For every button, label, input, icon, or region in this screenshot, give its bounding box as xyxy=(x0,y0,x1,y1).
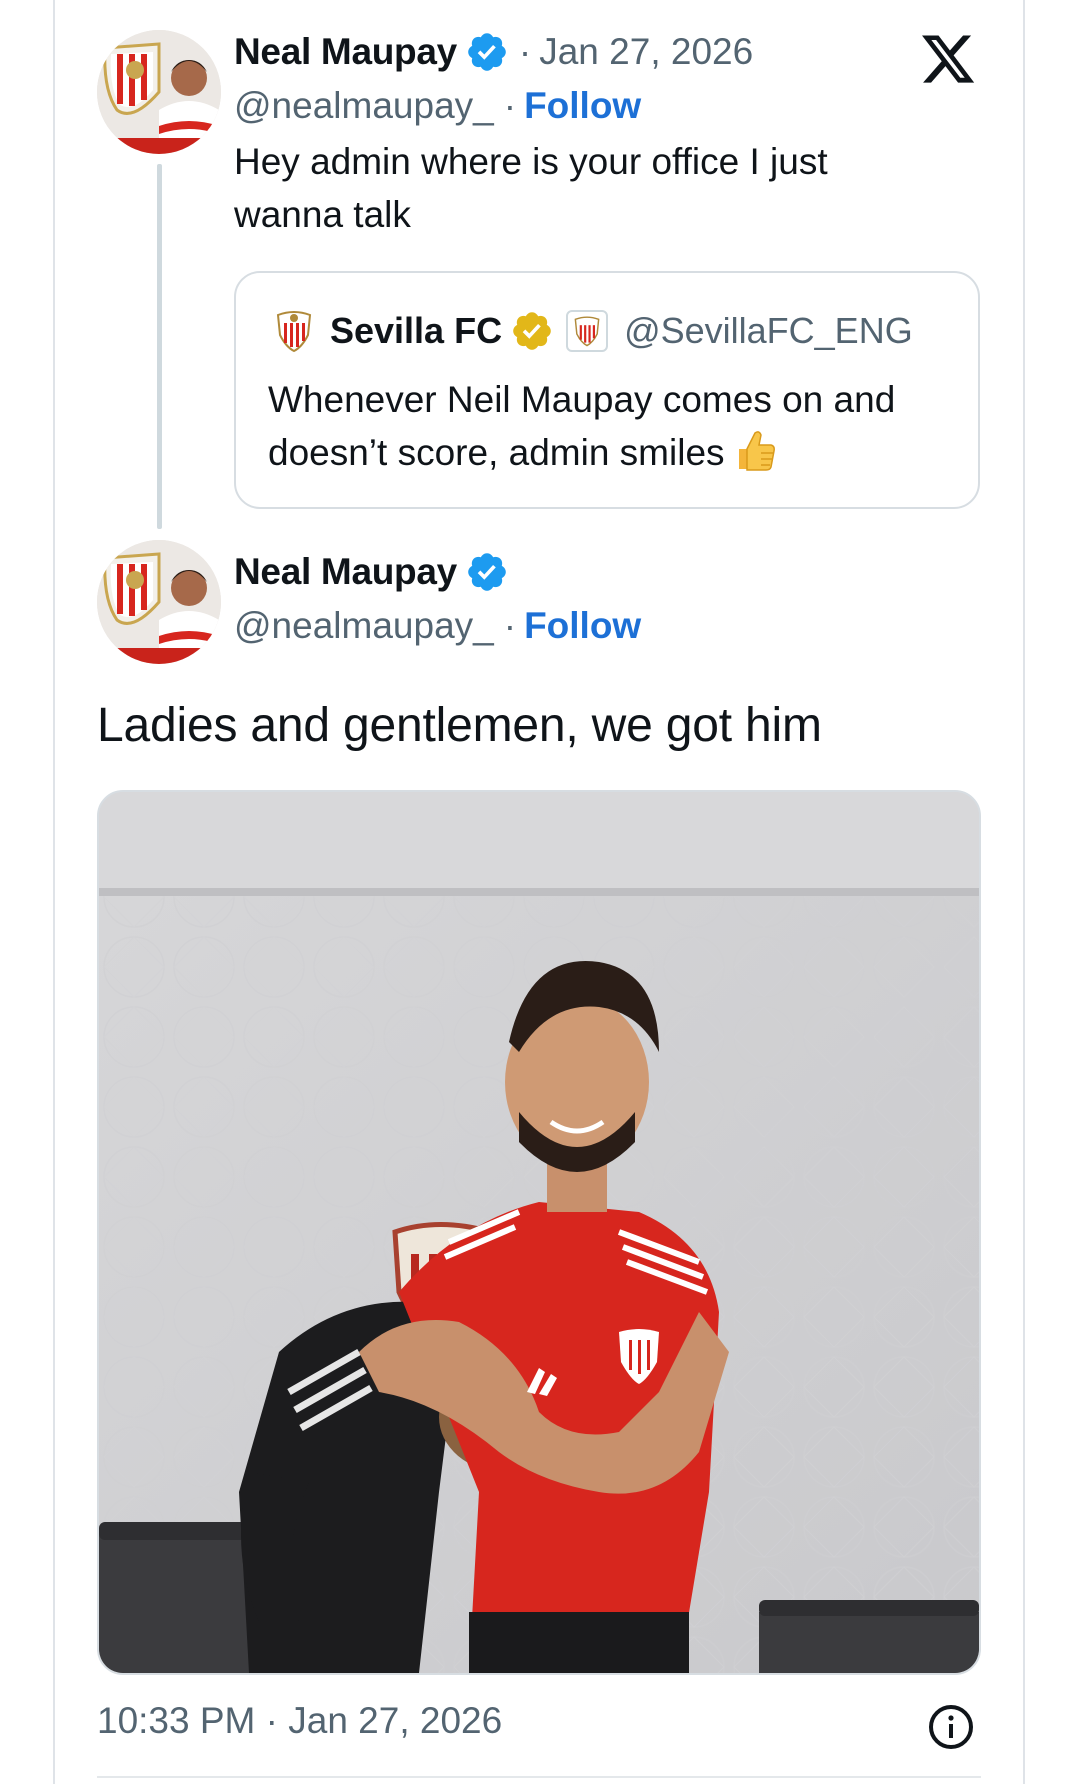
quoted-author-handle[interactable]: @SevillaFC_ENG xyxy=(624,310,913,352)
parent-tweet-header: Neal Maupay · Jan 27, 2026 xyxy=(234,30,753,74)
parent-handle-row: @nealmaupay_ · Follow xyxy=(234,85,641,127)
sevilla-crest-icon xyxy=(276,311,312,353)
main-tweet-header: Neal Maupay xyxy=(234,550,509,594)
avatar[interactable] xyxy=(97,540,221,664)
author-name[interactable]: Neal Maupay xyxy=(234,551,457,593)
author-handle[interactable]: @nealmaupay_ xyxy=(234,85,494,127)
main-tweet-text: Ladies and gentlemen, we got him xyxy=(97,699,822,752)
date-separator: · xyxy=(518,31,532,72)
quoted-tweet[interactable]: Sevilla FC @SevillaFC_ENG Whenever Neil … xyxy=(234,271,980,509)
follow-button[interactable]: Follow xyxy=(524,85,641,127)
thumbs-up-emoji xyxy=(738,431,775,471)
main-handle-row: @nealmaupay_ · Follow xyxy=(234,605,641,647)
follow-button[interactable]: Follow xyxy=(524,605,641,647)
quoted-tweet-header: Sevilla FC @SevillaFC_ENG xyxy=(274,309,913,353)
separator-dot: · xyxy=(503,605,517,646)
x-logo-icon[interactable] xyxy=(918,30,978,88)
footer-divider xyxy=(97,1776,981,1778)
verified-badge-icon xyxy=(513,312,551,350)
quoted-tweet-text-content: Whenever Neil Maupay comes on and doesn’… xyxy=(268,379,896,473)
thread-connector-line xyxy=(157,164,162,529)
info-icon[interactable] xyxy=(927,1703,975,1751)
separator-dot: · xyxy=(503,85,517,126)
affiliate-badge-icon xyxy=(566,310,609,352)
tweet-date[interactable]: Jan 27, 2026 xyxy=(539,31,753,73)
quoted-tweet-text: Whenever Neil Maupay comes on and doesn’… xyxy=(268,373,968,479)
tweet-timestamp[interactable]: 10:33 PM · Jan 27, 2026 xyxy=(97,1700,502,1742)
verified-badge-icon xyxy=(468,33,506,71)
verified-badge-icon xyxy=(468,553,506,591)
author-handle[interactable]: @nealmaupay_ xyxy=(234,605,494,647)
avatar[interactable] xyxy=(97,30,221,154)
quoted-author-name[interactable]: Sevilla FC xyxy=(330,310,502,352)
parent-tweet-text: Hey admin where is your office I just wa… xyxy=(234,141,828,235)
tweet-photo[interactable] xyxy=(97,790,981,1675)
author-name[interactable]: Neal Maupay xyxy=(234,31,457,73)
